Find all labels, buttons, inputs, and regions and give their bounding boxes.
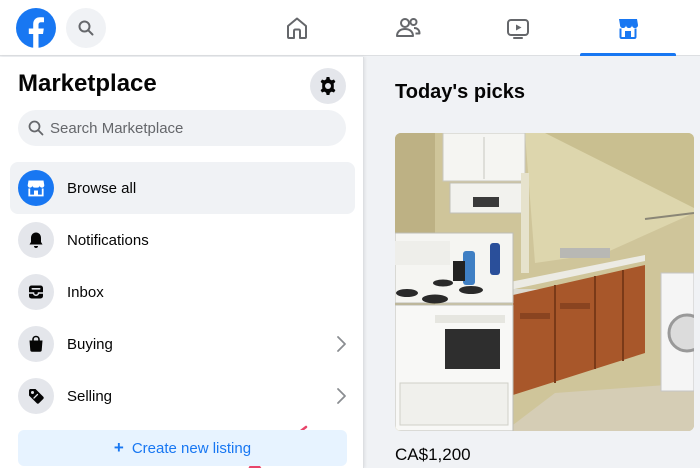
- marketplace-icon: [619, 19, 638, 39]
- facebook-logo-icon[interactable]: [16, 8, 56, 48]
- create-listing-label: Create new listing: [131, 439, 252, 457]
- tab-friends[interactable]: [352, 0, 464, 56]
- tab-watch[interactable]: [462, 0, 574, 56]
- inbox-icon: [18, 274, 54, 310]
- listing-price: CA$1,200: [395, 445, 471, 464]
- plus-icon: +: [113, 438, 124, 457]
- gear-icon: [320, 77, 336, 95]
- sidebar-item-label: Notifications: [67, 231, 149, 249]
- bell-icon: [18, 222, 54, 258]
- tab-marketplace[interactable]: [572, 0, 684, 56]
- sidebar-item-inbox[interactable]: Inbox: [10, 266, 355, 318]
- storefront-icon: [18, 170, 54, 206]
- sidebar-item-label: Inbox: [67, 283, 104, 301]
- sidebar-item-label: Browse all: [67, 179, 137, 197]
- sidebar-item-buying[interactable]: Buying: [10, 318, 355, 370]
- watch-icon: [507, 19, 529, 39]
- page-title: Marketplace: [18, 70, 157, 97]
- search-icon: [28, 120, 44, 136]
- shopping-bag-icon: [18, 326, 54, 362]
- price-tag-icon: [18, 378, 54, 414]
- sidebar-item-selling[interactable]: Selling: [10, 370, 355, 422]
- chevron-right-icon: [335, 387, 347, 405]
- sidebar-item-label: Selling: [67, 387, 113, 405]
- section-title: Today's picks: [395, 81, 525, 103]
- chevron-right-icon: [335, 335, 347, 353]
- create-new-listing-button[interactable]: + Create new listing: [18, 430, 347, 466]
- settings-button[interactable]: [310, 68, 346, 104]
- friends-icon: [396, 18, 421, 37]
- top-navigation-bar: [0, 0, 700, 56]
- marketplace-search-field[interactable]: [18, 110, 346, 146]
- tab-home[interactable]: [241, 0, 353, 56]
- search-button[interactable]: [66, 8, 106, 48]
- marketplace-sidebar: Marketplace Browse all: [0, 57, 364, 468]
- listing-photo[interactable]: [395, 133, 694, 431]
- search-input[interactable]: [50, 119, 330, 137]
- sidebar-item-browse-all[interactable]: Browse all: [10, 162, 355, 214]
- marketplace-feed: Today's picks CA$1,200: [364, 57, 700, 468]
- search-icon: [78, 20, 94, 36]
- sidebar-item-label: Buying: [67, 335, 113, 353]
- home-icon: [287, 17, 307, 39]
- sidebar-item-notifications[interactable]: Notifications: [10, 214, 355, 266]
